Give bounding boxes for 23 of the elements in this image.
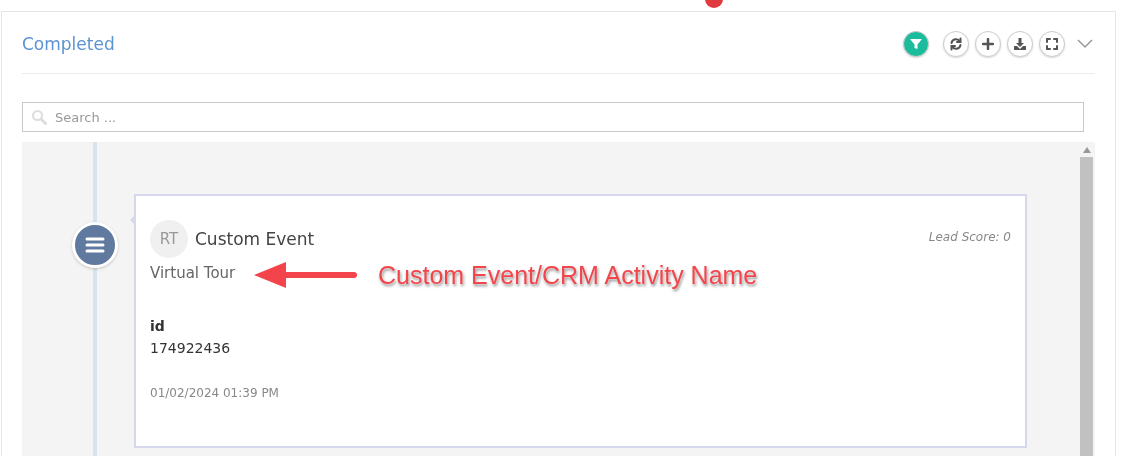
refresh-icon [949,36,963,51]
activity-name: Virtual Tour [150,264,236,282]
download-icon [1013,36,1027,51]
panel-title: Completed [22,33,116,54]
scroll-up-icon [1082,147,1091,153]
refresh-button[interactable] [943,30,969,57]
search-icon [31,109,47,125]
field-value: 174922436 [150,340,232,356]
plus-icon [982,37,994,50]
filter-icon [909,36,923,51]
fullscreen-button[interactable] [1039,30,1065,57]
add-button[interactable] [975,30,1001,57]
field-label: id [150,318,165,334]
event-type: Custom Event [195,229,316,249]
lead-score: Lead Score: 0 [928,230,1011,244]
list-icon [72,222,118,268]
chevron-icon [1077,38,1093,49]
timestamp: 01/02/2024 01:39 PM [150,386,280,400]
search-field[interactable]: Search ... [22,102,1084,132]
download-button[interactable] [1007,30,1033,57]
fullscreen-icon [1046,37,1058,50]
annotation-text: Custom Event/CRM Activity Name [378,260,758,290]
avatar: RT [150,220,188,258]
